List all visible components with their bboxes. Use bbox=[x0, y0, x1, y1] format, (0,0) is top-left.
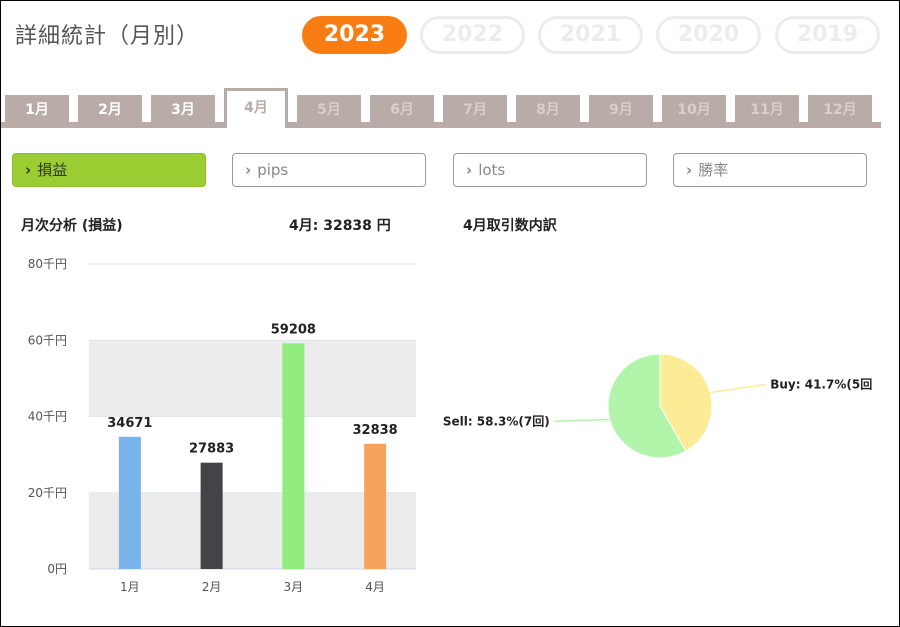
metric-button-label: pips bbox=[257, 161, 289, 179]
year-tab-2021[interactable]: 2021 bbox=[538, 16, 643, 54]
chevron-right-icon: › bbox=[25, 161, 32, 179]
month-tab-6[interactable]: 6月 bbox=[370, 95, 434, 125]
plot-band bbox=[89, 340, 416, 417]
pie-chart-title: 4月取引数内訳 bbox=[463, 218, 557, 234]
pie-connector bbox=[554, 418, 610, 423]
metric-button-label: 勝率 bbox=[698, 161, 729, 179]
metric-button-3[interactable]: › 勝率 bbox=[673, 153, 867, 187]
metric-button-label: 損益 bbox=[37, 161, 68, 179]
x-tick-label: 1月 bbox=[120, 580, 140, 594]
metric-button-0[interactable]: › 損益 bbox=[12, 153, 206, 187]
month-tab-9[interactable]: 9月 bbox=[589, 95, 653, 125]
metric-button-1[interactable]: › pips bbox=[232, 153, 426, 187]
y-tick-label: 80千円 bbox=[28, 257, 67, 271]
year-tab-2023[interactable]: 2023 bbox=[302, 16, 407, 54]
x-tick-label: 2月 bbox=[202, 580, 222, 594]
month-tab-10[interactable]: 10月 bbox=[662, 95, 726, 125]
bar-data-label: 59208 bbox=[271, 322, 316, 337]
chevron-right-icon: › bbox=[686, 161, 693, 179]
month-tab-2[interactable]: 2月 bbox=[78, 95, 142, 125]
bar-data-label: 27883 bbox=[189, 442, 234, 457]
bar-chart: 0円 20千円 40千円 60千円 80千円 34671 1月 27883 2月 59208 3月 3… bbox=[28, 257, 416, 594]
chevron-right-icon: › bbox=[245, 161, 252, 179]
pie-data-label: Sell: 58.3%(7回) bbox=[443, 414, 550, 428]
year-tab-2019[interactable]: 2019 bbox=[775, 16, 880, 54]
bar-2月 bbox=[200, 462, 223, 569]
bar-3月 bbox=[282, 343, 305, 569]
y-tick-label: 20千円 bbox=[28, 486, 67, 500]
month-tab-11[interactable]: 11月 bbox=[735, 95, 799, 125]
page-title: 詳細統計（月別） bbox=[15, 24, 200, 49]
month-tab-4[interactable]: 4月 bbox=[224, 88, 288, 128]
month-tab-7[interactable]: 7月 bbox=[443, 95, 507, 125]
y-tick-label: 0円 bbox=[47, 562, 67, 576]
month-summary: 4月: 32838 円 bbox=[289, 218, 391, 234]
bar-4月 bbox=[364, 443, 387, 569]
metric-button-2[interactable]: › lots bbox=[453, 153, 647, 187]
x-tick-label: 4月 bbox=[365, 580, 385, 594]
x-tick-label: 3月 bbox=[284, 580, 304, 594]
bar-data-label: 32838 bbox=[353, 423, 398, 438]
month-tab-1[interactable]: 1月 bbox=[5, 95, 69, 125]
app-frame: 詳細統計（月別） 月次分析 (損益) 4月: 32838 円 4月取引数内訳 0… bbox=[0, 0, 900, 627]
pie-connector bbox=[710, 383, 766, 394]
month-tab-12[interactable]: 12月 bbox=[808, 95, 872, 125]
month-tab-5[interactable]: 5月 bbox=[297, 95, 361, 125]
y-tick-label: 40千円 bbox=[28, 410, 67, 424]
month-tab-3[interactable]: 3月 bbox=[151, 95, 215, 125]
year-tab-2020[interactable]: 2020 bbox=[656, 16, 761, 54]
pie-data-label: Buy: 41.7%(5回 bbox=[770, 378, 872, 392]
bar-data-label: 34671 bbox=[107, 416, 152, 431]
year-tab-2022[interactable]: 2022 bbox=[420, 16, 525, 54]
month-tab-8[interactable]: 8月 bbox=[516, 95, 580, 125]
y-tick-label: 60千円 bbox=[28, 333, 67, 347]
metric-button-label: lots bbox=[478, 161, 506, 179]
bar-1月 bbox=[118, 436, 141, 569]
bar-chart-title: 月次分析 (損益) bbox=[21, 218, 123, 234]
chevron-right-icon: › bbox=[466, 161, 473, 179]
pie-chart: Buy: 41.7%(5回 Sell: 58.3%(7回) bbox=[443, 353, 872, 459]
